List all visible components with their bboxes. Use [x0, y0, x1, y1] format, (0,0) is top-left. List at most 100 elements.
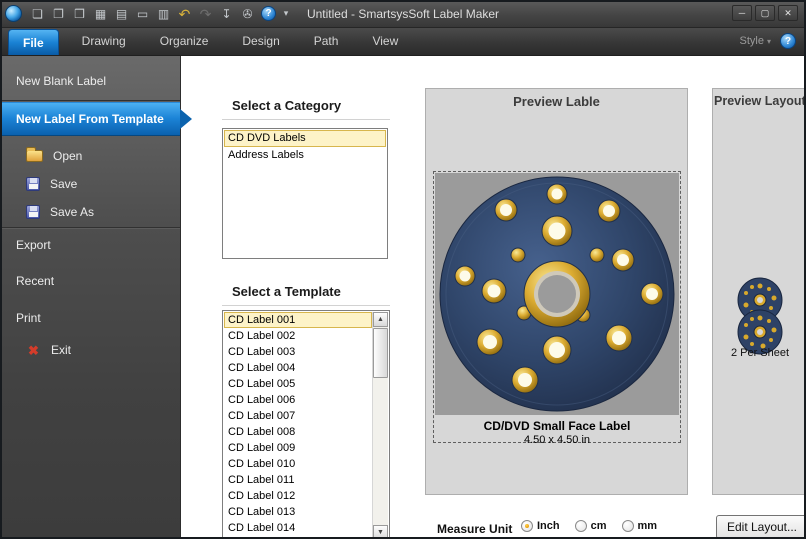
save-disk-icon — [26, 177, 40, 191]
sidebar-item-label: Open — [53, 149, 82, 163]
app-logo-icon — [5, 5, 22, 22]
radio-icon — [622, 520, 634, 532]
sidebar-item-label: Recent — [16, 274, 54, 288]
label-preview-canvas — [435, 173, 679, 415]
sidebar-item-new-blank-label[interactable]: New Blank Label — [0, 64, 180, 98]
inch-radio[interactable]: Inch — [521, 520, 560, 532]
tab-organize[interactable]: Organize — [143, 27, 226, 55]
unit-radio-label: cm — [591, 520, 607, 532]
tab-path[interactable]: Path — [297, 27, 356, 55]
tab-file[interactable]: File — [8, 29, 59, 55]
minimize-button[interactable]: ─ — [732, 5, 752, 21]
cd-label-preview-image — [435, 173, 679, 415]
radio-icon — [575, 520, 587, 532]
sidebar-item-export[interactable]: Export — [0, 230, 180, 260]
redo-icon[interactable]: ↷ — [196, 4, 215, 24]
preview-panel: Preview Lable — [425, 88, 688, 495]
template-list-item[interactable]: CD Label 014 — [224, 520, 372, 536]
style-dropdown-label: Style — [740, 35, 764, 47]
preview-panel-title: Preview Lable — [426, 94, 687, 109]
toolbar-options-icon[interactable]: ▾ — [280, 4, 292, 24]
cm-radio[interactable]: cm — [575, 520, 607, 532]
copy-icon[interactable]: ❐ — [49, 4, 68, 24]
sidebar-item-exit[interactable]: Exit — [0, 336, 180, 364]
template-list-item[interactable]: CD Label 002 — [224, 328, 372, 344]
unit-radio-label: mm — [638, 520, 658, 532]
divider — [0, 227, 180, 228]
layout-panel-title: Preview Layout — [714, 94, 806, 108]
label-preview-frame: CD/DVD Small Face Label 4.50 x 4.50 in — [433, 171, 681, 443]
measure-unit-radios: Inch cm mm — [521, 520, 657, 532]
template-list-item[interactable]: CD Label 003 — [224, 344, 372, 360]
sidebar-item-label: Save — [50, 177, 77, 191]
template-list-scrollbar[interactable]: ▲ ▼ — [372, 312, 388, 539]
folder-icon[interactable]: ▦ — [91, 4, 110, 24]
sidebar-item-open[interactable]: Open — [0, 142, 180, 170]
file-menu-sidebar: New Blank Label New Label From Template … — [0, 56, 181, 539]
radio-icon — [521, 520, 533, 532]
help-button[interactable]: ? — [780, 33, 796, 49]
sidebar-item-save-as[interactable]: Save As — [0, 198, 180, 226]
tabbar-right: Style ▾ ? — [740, 27, 806, 55]
sidebar-item-label: New Label From Template — [16, 112, 164, 126]
template-list: CD Label 001CD Label 002CD Label 003CD L… — [222, 310, 390, 539]
sidebar-item-recent[interactable]: Recent — [0, 266, 180, 296]
template-heading: Select a Template — [222, 280, 390, 306]
app-window: ❏❐❒▦▤▭▥↶↷↧✇? ▾ Untitled - SmartsysSoft La… — [0, 0, 806, 539]
quick-toolbar: ❏❐❒▦▤▭▥↶↷↧✇? ▾ — [28, 4, 292, 24]
edit-layout-button[interactable]: Edit Layout... — [716, 515, 806, 539]
sidebar-item-label: Exit — [51, 343, 71, 357]
window-title: Untitled - SmartsysSoft Label Maker — [307, 7, 499, 21]
scroll-down-button[interactable]: ▼ — [373, 525, 388, 539]
per-sheet-label: 2 Per Sheet — [713, 347, 806, 359]
print-icon[interactable]: ▥ — [154, 4, 173, 24]
template-list-item[interactable]: CD Label 010 — [224, 456, 372, 472]
capture-tool-icon[interactable]: ✇ — [238, 4, 257, 24]
export-document-icon[interactable]: ▤ — [112, 4, 131, 24]
sidebar-item-new-label-from-template[interactable]: New Label From Template — [0, 102, 180, 136]
scroll-up-button[interactable]: ▲ — [373, 312, 388, 327]
template-list-item[interactable]: CD Label 005 — [224, 376, 372, 392]
sidebar-item-save[interactable]: Save — [0, 170, 180, 198]
new-document-icon[interactable]: ❏ — [28, 4, 47, 24]
tab-design[interactable]: Design — [225, 27, 296, 55]
template-list-item[interactable]: CD Label 001 — [224, 312, 372, 328]
maximize-button[interactable]: ▢ — [755, 5, 775, 21]
window-controls: ─▢✕ — [732, 5, 798, 21]
measure-unit-label: Measure Unit — [437, 522, 512, 536]
divider — [0, 100, 180, 101]
category-list-item[interactable]: CD DVD Labels — [224, 130, 386, 147]
template-list-item[interactable]: CD Label 011 — [224, 472, 372, 488]
mm-radio[interactable]: mm — [622, 520, 658, 532]
ribbon-tabbar: FileDrawingOrganizeDesignPathView Style … — [0, 28, 806, 56]
sidebar-item-label: Save As — [50, 205, 94, 219]
style-dropdown[interactable]: Style ▾ — [740, 35, 771, 47]
category-list-items: CD DVD LabelsAddress Labels — [224, 130, 386, 257]
import-icon[interactable]: ↧ — [217, 4, 236, 24]
sidebar-item-label: Export — [16, 238, 51, 252]
undo-icon[interactable]: ↶ — [175, 4, 194, 24]
category-list: CD DVD LabelsAddress Labels — [222, 128, 388, 259]
close-button[interactable]: ✕ — [778, 5, 798, 21]
label-size-caption: 4.50 x 4.50 in — [434, 434, 680, 446]
template-list-item[interactable]: CD Label 009 — [224, 440, 372, 456]
scrollbar-thumb[interactable] — [373, 328, 388, 378]
toolbar-help-icon[interactable]: ? — [261, 6, 276, 21]
tab-view[interactable]: View — [355, 27, 415, 55]
template-list-item[interactable]: CD Label 012 — [224, 488, 372, 504]
tab-drawing[interactable]: Drawing — [65, 27, 143, 55]
template-list-item[interactable]: CD Label 006 — [224, 392, 372, 408]
save-as-disk-icon — [26, 205, 40, 219]
exit-icon — [26, 343, 41, 358]
template-list-item[interactable]: CD Label 008 — [224, 424, 372, 440]
open-folder-icon[interactable]: ❒ — [70, 4, 89, 24]
titlebar: ❏❐❒▦▤▭▥↶↷↧✇? ▾ Untitled - SmartsysSoft La… — [0, 0, 806, 28]
unit-radio-label: Inch — [537, 520, 560, 532]
category-list-item[interactable]: Address Labels — [224, 147, 386, 164]
template-list-item[interactable]: CD Label 004 — [224, 360, 372, 376]
template-list-item[interactable]: CD Label 007 — [224, 408, 372, 424]
layout-preview-panel: Preview Layout — [712, 88, 806, 495]
sidebar-item-print[interactable]: Print — [0, 303, 180, 333]
layout-panel-icon[interactable]: ▭ — [133, 4, 152, 24]
template-list-item[interactable]: CD Label 013 — [224, 504, 372, 520]
